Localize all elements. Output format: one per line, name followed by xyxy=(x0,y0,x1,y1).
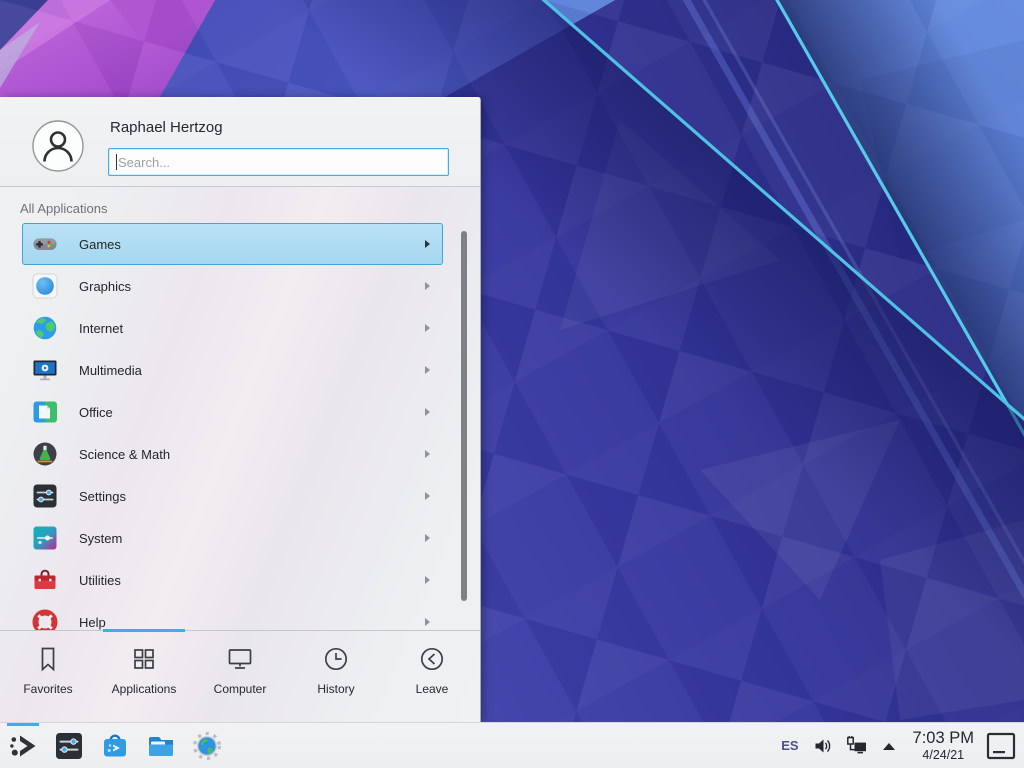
system-settings-button[interactable] xyxy=(54,731,84,761)
tab-label: Favorites xyxy=(23,682,72,696)
internet-icon xyxy=(32,315,58,341)
tab-label: Computer xyxy=(214,682,267,696)
text-caret xyxy=(116,154,117,170)
tab-applications[interactable]: Applications xyxy=(96,631,192,722)
multimedia-icon xyxy=(32,357,58,383)
category-list: Games Graphics Internet Multimedia Office Sci… xyxy=(0,223,480,630)
category-games[interactable]: Games xyxy=(22,223,443,265)
submenu-arrow-icon xyxy=(425,282,430,290)
submenu-arrow-icon xyxy=(425,366,430,374)
category-label: Graphics xyxy=(79,279,425,294)
tab-label: History xyxy=(317,682,354,696)
submenu-arrow-icon xyxy=(425,534,430,542)
category-label: Utilities xyxy=(79,573,425,588)
submenu-arrow-icon xyxy=(425,240,430,248)
clock-time: 7:03 PM xyxy=(913,729,974,747)
category-office[interactable]: Office xyxy=(22,391,443,433)
science-icon xyxy=(32,441,58,467)
application-launcher-menu: Raphael Hertzog All Applications Games Gr… xyxy=(0,97,481,722)
settings-icon xyxy=(32,483,58,509)
tab-history[interactable]: History xyxy=(288,631,384,722)
tab-label: Applications xyxy=(112,682,177,696)
tab-leave[interactable]: Leave xyxy=(384,631,480,722)
audio-volume-icon[interactable] xyxy=(812,736,833,756)
active-task-indicator xyxy=(7,723,39,726)
category-label: Games xyxy=(79,237,425,252)
dolphin-file-manager-button[interactable] xyxy=(146,731,176,761)
category-label: Multimedia xyxy=(79,363,425,378)
graphics-icon xyxy=(32,273,58,299)
tab-computer[interactable]: Computer xyxy=(192,631,288,722)
system-tray: ES 7:03 PM 4/24/21 xyxy=(781,723,1016,768)
help-icon xyxy=(32,609,58,630)
submenu-arrow-icon xyxy=(425,576,430,584)
submenu-arrow-icon xyxy=(425,450,430,458)
tab-label: Leave xyxy=(416,682,449,696)
category-label: Settings xyxy=(79,489,425,504)
category-label: Help xyxy=(79,615,425,630)
user-avatar-icon xyxy=(32,120,84,172)
taskbar-launchers xyxy=(8,723,222,768)
category-science-math[interactable]: Science & Math xyxy=(22,433,443,475)
launcher-header: Raphael Hertzog xyxy=(0,98,480,187)
section-label: All Applications xyxy=(20,201,107,216)
system-icon xyxy=(32,525,58,551)
web-browser-button[interactable] xyxy=(192,731,222,761)
office-icon xyxy=(32,399,58,425)
show-desktop-icon[interactable] xyxy=(986,732,1016,760)
submenu-arrow-icon xyxy=(425,492,430,500)
computer-icon xyxy=(226,645,254,673)
category-settings[interactable]: Settings xyxy=(22,475,443,517)
discover-button[interactable] xyxy=(100,731,130,761)
games-icon xyxy=(32,231,58,257)
applications-icon xyxy=(130,645,158,673)
category-help[interactable]: Help xyxy=(22,601,443,630)
category-label: Office xyxy=(79,405,425,420)
application-launcher-button[interactable] xyxy=(8,731,38,761)
submenu-arrow-icon xyxy=(425,324,430,332)
category-label: Internet xyxy=(79,321,425,336)
category-label: System xyxy=(79,531,425,546)
leave-icon xyxy=(418,645,446,673)
tab-favorites[interactable]: Favorites xyxy=(0,631,96,722)
scrollbar[interactable] xyxy=(461,231,467,601)
category-multimedia[interactable]: Multimedia xyxy=(22,349,443,391)
category-label: Science & Math xyxy=(79,447,425,462)
submenu-arrow-icon xyxy=(425,408,430,416)
category-utilities[interactable]: Utilities xyxy=(22,559,443,601)
launcher-tab-bar: Favorites Applications Computer History Leav… xyxy=(0,630,480,722)
desktop-screen: Raphael Hertzog All Applications Games Gr… xyxy=(0,0,1024,768)
digital-clock[interactable]: 7:03 PM 4/24/21 xyxy=(913,729,974,761)
network-wired-icon[interactable] xyxy=(845,735,869,757)
expand-tray-arrow-icon[interactable] xyxy=(881,741,897,751)
search-input[interactable] xyxy=(108,148,449,176)
category-internet[interactable]: Internet xyxy=(22,307,443,349)
taskbar-panel: ES 7:03 PM 4/24/21 xyxy=(0,722,1024,768)
clock-date: 4/24/21 xyxy=(913,748,974,762)
history-icon xyxy=(322,645,350,673)
category-system[interactable]: System xyxy=(22,517,443,559)
category-graphics[interactable]: Graphics xyxy=(22,265,443,307)
keyboard-layout-indicator[interactable]: ES xyxy=(781,738,798,753)
active-tab-indicator xyxy=(103,629,185,632)
favorites-icon xyxy=(34,645,62,673)
user-name: Raphael Hertzog xyxy=(110,119,223,136)
submenu-arrow-icon xyxy=(425,618,430,626)
utilities-icon xyxy=(32,567,58,593)
